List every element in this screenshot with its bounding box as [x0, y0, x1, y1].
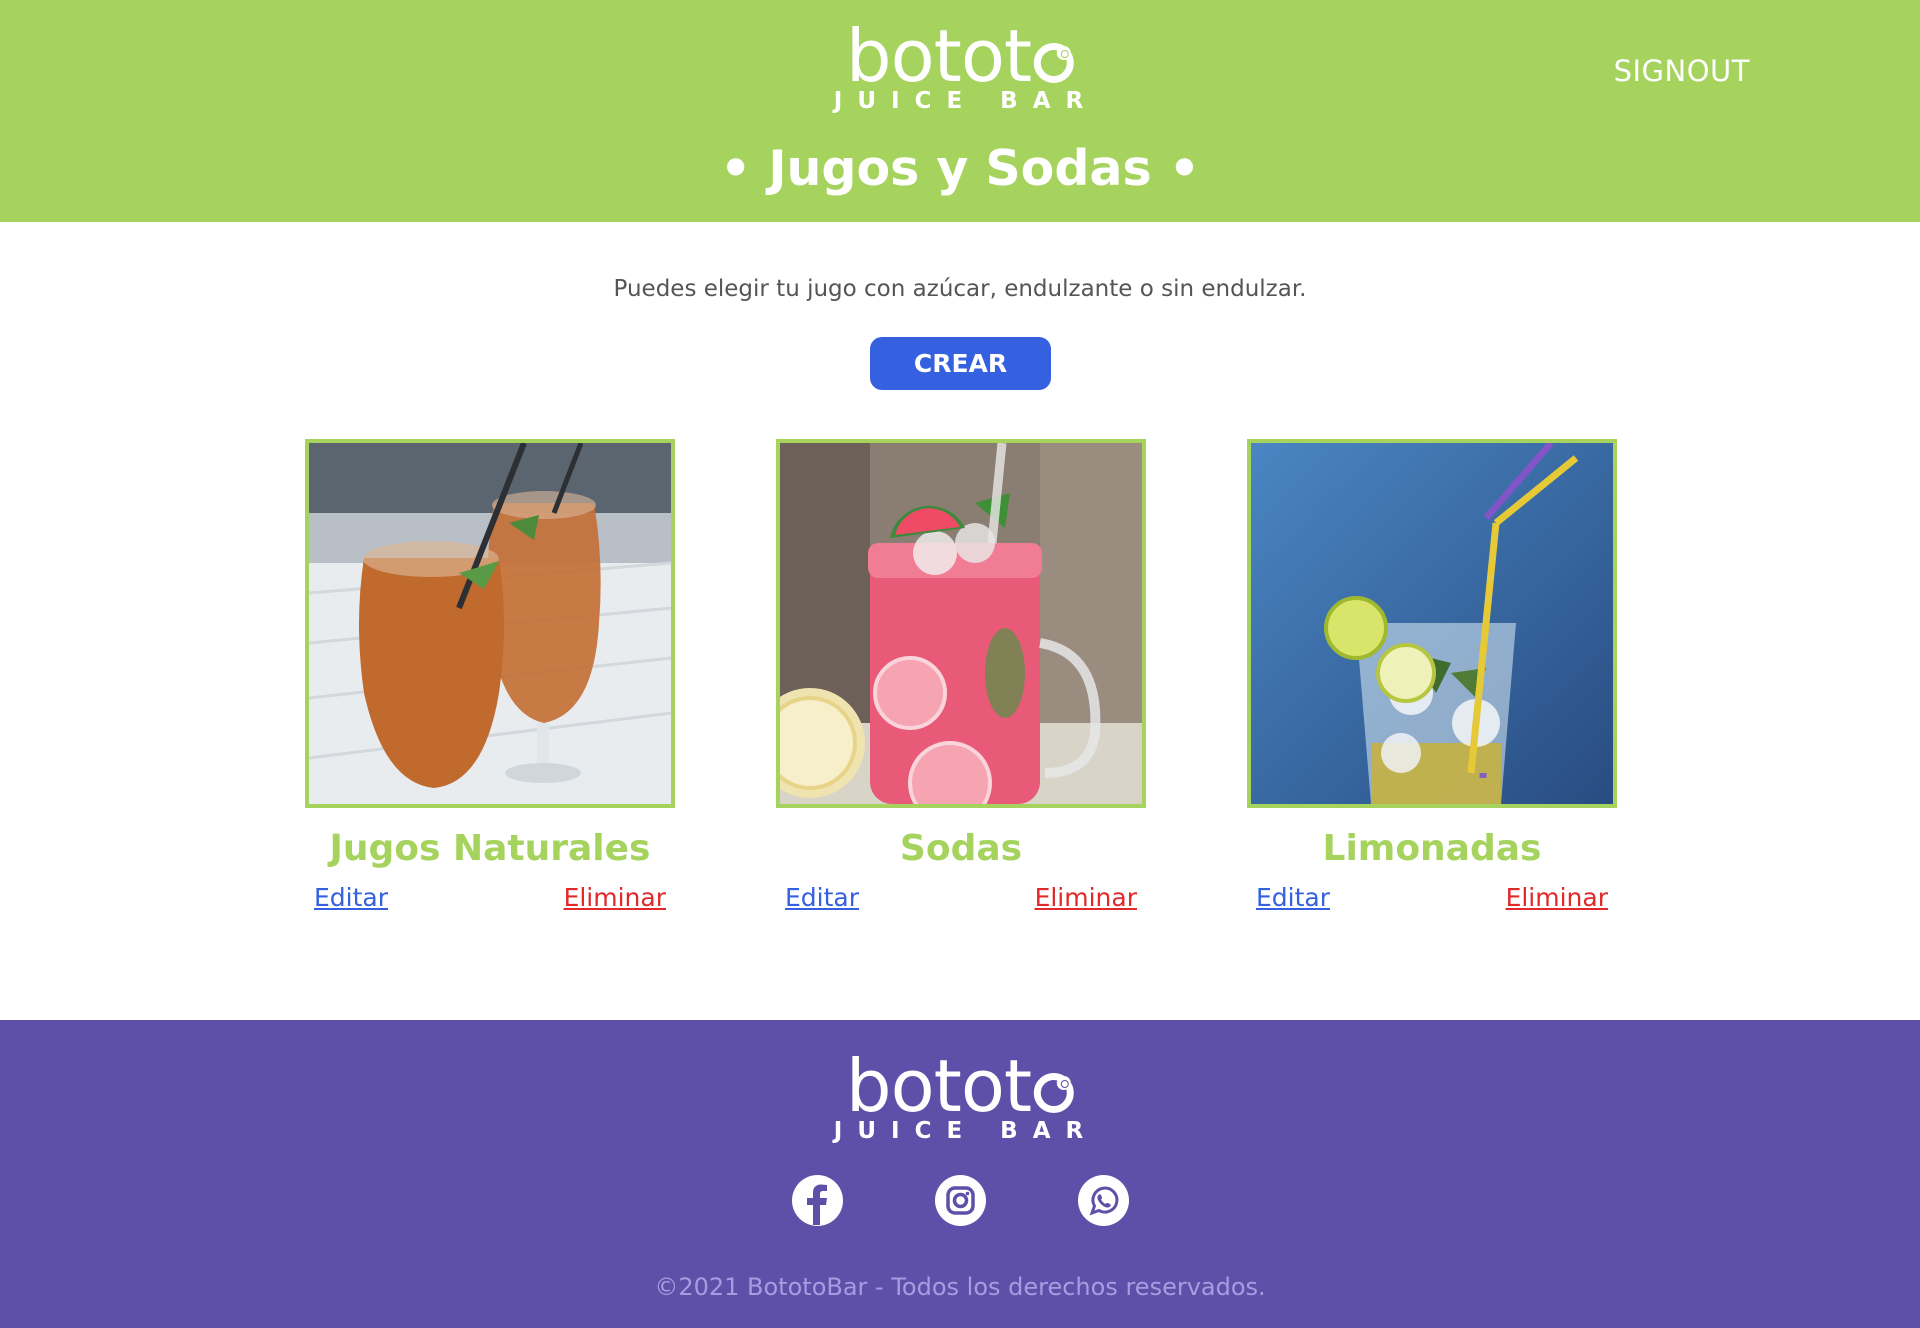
- delete-link[interactable]: Eliminar: [1506, 883, 1608, 912]
- logo-wordmark: boto t: [845, 1044, 1075, 1128]
- card-actions: Editar Eliminar: [1247, 883, 1617, 912]
- signout-link[interactable]: SIGNOUT: [1614, 54, 1750, 88]
- logo-subtitle: JUICE BAR: [833, 88, 1099, 114]
- lemonade-glass-photo[interactable]: [1247, 439, 1617, 808]
- logo-flower-o: [1034, 43, 1075, 83]
- whatsapp-icon[interactable]: [1077, 1175, 1129, 1226]
- footer: boto t JUICE BAR ©2021 BototoBar - Todos…: [0, 1020, 1920, 1328]
- edit-link[interactable]: Editar: [1256, 883, 1330, 912]
- card-title: Jugos Naturales: [329, 828, 651, 869]
- header-logo[interactable]: boto t JUICE BAR: [822, 20, 1098, 114]
- logo-text: boto: [845, 14, 1005, 98]
- footer-logo[interactable]: boto t JUICE BAR: [822, 1050, 1098, 1144]
- logo-text: boto: [845, 1044, 1005, 1128]
- create-button[interactable]: CREAR: [870, 337, 1051, 390]
- logo-wordmark: boto t: [845, 14, 1075, 98]
- logo-text-tail: t: [1003, 1044, 1032, 1128]
- orange-juice-glasses-photo[interactable]: [305, 439, 675, 808]
- logo-flower-o: [1034, 1073, 1075, 1113]
- header: boto t JUICE BAR SIGNOUT • Jugos y Sodas …: [0, 0, 1920, 222]
- delete-link[interactable]: Eliminar: [564, 883, 666, 912]
- card-sodas: Sodas Editar Eliminar: [776, 439, 1146, 912]
- edit-link[interactable]: Editar: [785, 883, 859, 912]
- copyright-text: ©2021 BototoBar - Todos los derechos res…: [654, 1273, 1266, 1301]
- pink-soda-jar-photo[interactable]: [776, 439, 1146, 808]
- social-links: [0, 1175, 1920, 1226]
- facebook-icon[interactable]: [791, 1175, 843, 1226]
- edit-link[interactable]: Editar: [314, 883, 388, 912]
- logo-subtitle: JUICE BAR: [833, 1118, 1099, 1144]
- delete-link[interactable]: Eliminar: [1035, 883, 1137, 912]
- card-actions: Editar Eliminar: [776, 883, 1146, 912]
- instagram-icon[interactable]: [934, 1175, 986, 1226]
- page-title: • Jugos y Sodas •: [719, 140, 1201, 197]
- card-limonadas: Limonadas Editar Eliminar: [1247, 439, 1617, 912]
- logo-text-tail: t: [1003, 14, 1032, 98]
- card-jugos-naturales: Jugos Naturales Editar Eliminar: [305, 439, 675, 912]
- card-actions: Editar Eliminar: [305, 883, 675, 912]
- page-subtitle: Puedes elegir tu jugo con azúcar, endulz…: [613, 276, 1307, 302]
- card-title: Sodas: [899, 828, 1023, 869]
- card-title: Limonadas: [1322, 828, 1542, 869]
